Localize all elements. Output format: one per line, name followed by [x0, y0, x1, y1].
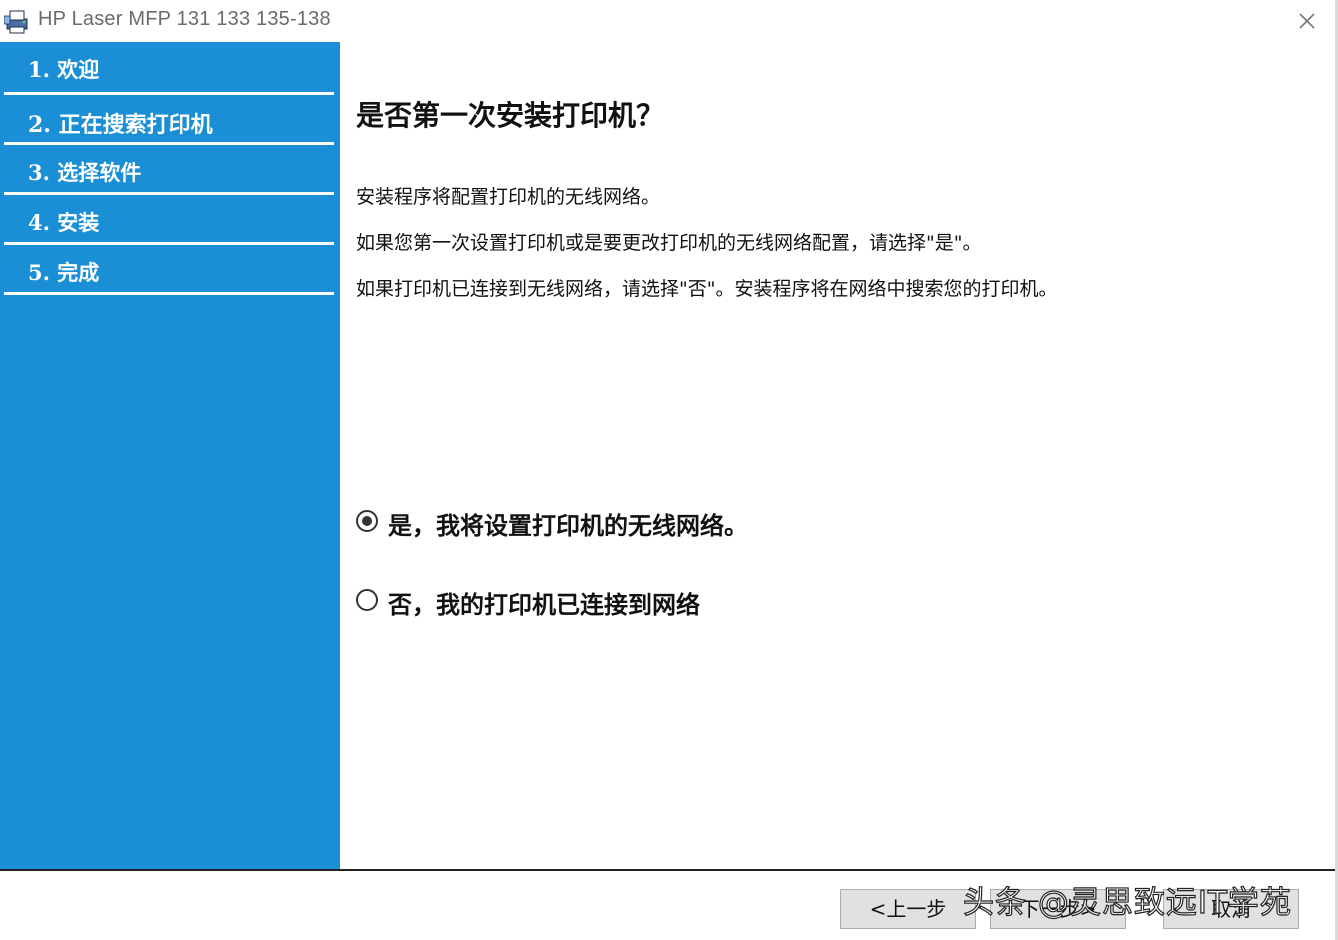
option-no-already-connected[interactable]: 否，我的打印机已连接到网络 — [356, 585, 916, 619]
page-title: 是否第一次安装打印机？ — [356, 99, 665, 132]
back-button[interactable]: <上一步 — [840, 889, 976, 929]
step-welcome: 1. 欢迎 — [4, 42, 334, 95]
step-label: 3. 选择软件 — [28, 160, 142, 185]
step-install: 4. 安装 — [4, 195, 334, 245]
radio-dot — [362, 516, 372, 526]
option-label: 否，我的打印机已连接到网络 — [388, 590, 700, 619]
printer-setup-icon — [4, 10, 28, 34]
main-content: 是否第一次安装打印机？ 安装程序将配置打印机的无线网络。 如果您第一次设置打印机… — [340, 42, 1335, 869]
wizard-steps-sidebar: 1. 欢迎 2. 正在搜索打印机 3. 选择软件 4. 安装 5. 完成 — [0, 42, 340, 869]
close-icon[interactable] — [1294, 8, 1320, 34]
step-label: 1. 欢迎 — [28, 57, 100, 82]
option-label: 是，我将设置打印机的无线网络。 — [388, 511, 748, 540]
step-label: 4. 安装 — [28, 210, 100, 235]
title-bar: HP Laser MFP 131 133 135-138 — [0, 0, 1338, 42]
step-searching-printer: 2. 正在搜索打印机 — [4, 95, 334, 145]
step-label: 2. 正在搜索打印机 — [28, 112, 213, 138]
window-title: HP Laser MFP 131 133 135-138 — [38, 8, 331, 30]
step-select-software: 3. 选择软件 — [4, 145, 334, 195]
watermark-text: 头条 @灵思致远IT学苑 — [962, 884, 1292, 921]
option-yes-setup-wireless[interactable]: 是，我将设置打印机的无线网络。 — [356, 506, 916, 540]
radio-button-selected[interactable] — [356, 510, 378, 532]
step-label: 5. 完成 — [28, 260, 100, 285]
description-line-1: 安装程序将配置打印机的无线网络。 — [356, 186, 661, 208]
installer-window: HP Laser MFP 131 133 135-138 1. 欢迎 2. 正在… — [0, 0, 1338, 940]
button-bar: <上一步 下一步> 取消 头条 @灵思致远IT学苑 — [0, 869, 1335, 940]
description-line-2: 如果您第一次设置打印机或是要更改打印机的无线网络配置，请选择"是"。 — [356, 232, 982, 254]
radio-button[interactable] — [356, 589, 378, 611]
description-line-3: 如果打印机已连接到无线网络，请选择"否"。安装程序将在网络中搜索您的打印机。 — [356, 278, 1058, 300]
step-finish: 5. 完成 — [4, 245, 334, 295]
